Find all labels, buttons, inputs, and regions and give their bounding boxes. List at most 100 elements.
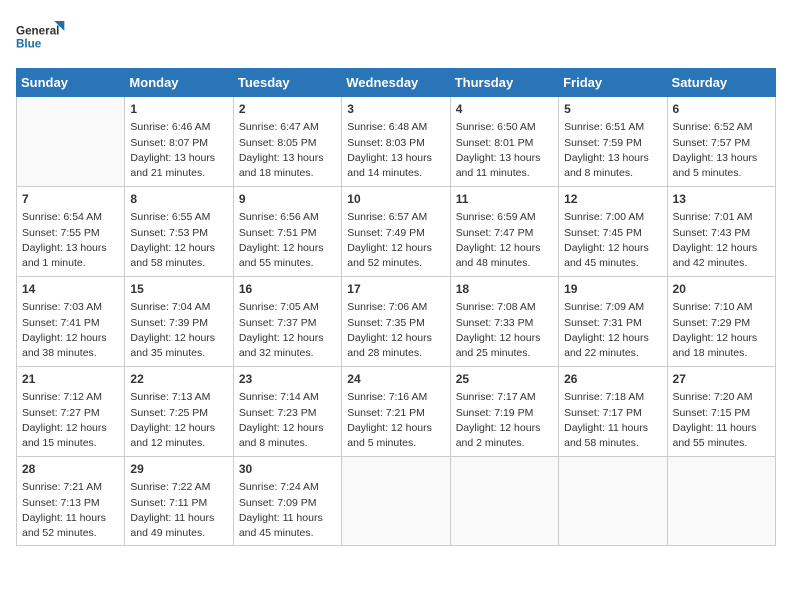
day-info: Sunrise: 6:56 AM Sunset: 7:51 PM Dayligh… [239, 210, 336, 271]
day-number: 20 [673, 281, 770, 298]
calendar-cell: 19Sunrise: 7:09 AM Sunset: 7:31 PM Dayli… [559, 277, 667, 367]
day-info: Sunrise: 6:55 AM Sunset: 7:53 PM Dayligh… [130, 210, 227, 271]
day-info: Sunrise: 6:47 AM Sunset: 8:05 PM Dayligh… [239, 120, 336, 181]
day-number: 27 [673, 371, 770, 388]
calendar-week-5: 28 Sunrise: 7:21 AM Sunset: 7:13 PM Dayli… [17, 457, 776, 546]
day-info: Sunrise: 7:13 AM Sunset: 7:25 PM Dayligh… [130, 390, 227, 451]
day-number: 29 [130, 461, 227, 478]
day-info: Sunrise: 7:00 AM Sunset: 7:45 PM Dayligh… [564, 210, 661, 271]
calendar-cell: 29 Sunrise: 7:22 AM Sunset: 7:11 PM Dayli… [125, 457, 233, 546]
calendar-cell: 1 Sunrise: 6:46 AM Sunset: 8:07 PM Daylig… [125, 97, 233, 187]
calendar-week-2: 7Sunrise: 6:54 AM Sunset: 7:55 PM Daylig… [17, 187, 776, 277]
day-number: 17 [347, 281, 444, 298]
day-info: Sunrise: 6:48 AM Sunset: 8:03 PM Dayligh… [347, 120, 444, 181]
day-number: 3 [347, 101, 444, 118]
day-number: 13 [673, 191, 770, 208]
calendar-week-3: 14 Sunrise: 7:03 AM Sunset: 7:41 PM Dayli… [17, 277, 776, 367]
day-info: Sunrise: 7:12 AM Sunset: 7:27 PM Dayligh… [22, 390, 119, 451]
day-number: 21 [22, 371, 119, 388]
day-number: 23 [239, 371, 336, 388]
day-info: Sunrise: 7:10 AM Sunset: 7:29 PM Dayligh… [673, 300, 770, 361]
day-info: Sunrise: 7:24 AM Sunset: 7:09 PM Dayligh… [239, 480, 336, 541]
day-number: 9 [239, 191, 336, 208]
day-number: 2 [239, 101, 336, 118]
day-info: Sunrise: 7:05 AM Sunset: 7:37 PM Dayligh… [239, 300, 336, 361]
calendar-cell: 22Sunrise: 7:13 AM Sunset: 7:25 PM Dayli… [125, 367, 233, 457]
calendar-cell: 26Sunrise: 7:18 AM Sunset: 7:17 PM Dayli… [559, 367, 667, 457]
day-info: Sunrise: 6:59 AM Sunset: 7:47 PM Dayligh… [456, 210, 553, 271]
day-info: Sunrise: 7:08 AM Sunset: 7:33 PM Dayligh… [456, 300, 553, 361]
day-number: 7 [22, 191, 119, 208]
column-header-tuesday: Tuesday [233, 69, 341, 97]
day-info: Sunrise: 7:14 AM Sunset: 7:23 PM Dayligh… [239, 390, 336, 451]
column-header-friday: Friday [559, 69, 667, 97]
calendar-cell [667, 457, 775, 546]
calendar-cell: 6 Sunrise: 6:52 AM Sunset: 7:57 PM Daylig… [667, 97, 775, 187]
calendar-cell: 23 Sunrise: 7:14 AM Sunset: 7:23 PM Dayli… [233, 367, 341, 457]
day-info: Sunrise: 7:16 AM Sunset: 7:21 PM Dayligh… [347, 390, 444, 451]
calendar-cell [450, 457, 558, 546]
day-info: Sunrise: 7:22 AM Sunset: 7:11 PM Dayligh… [130, 480, 227, 541]
day-number: 25 [456, 371, 553, 388]
calendar-cell: 30 Sunrise: 7:24 AM Sunset: 7:09 PM Dayli… [233, 457, 341, 546]
calendar-cell [559, 457, 667, 546]
day-info: Sunrise: 7:18 AM Sunset: 7:17 PM Dayligh… [564, 390, 661, 451]
day-info: Sunrise: 7:03 AM Sunset: 7:41 PM Dayligh… [22, 300, 119, 361]
calendar-cell: 16 Sunrise: 7:05 AM Sunset: 7:37 PM Dayli… [233, 277, 341, 367]
day-number: 6 [673, 101, 770, 118]
calendar-cell [342, 457, 450, 546]
calendar-cell: 2 Sunrise: 6:47 AM Sunset: 8:05 PM Daylig… [233, 97, 341, 187]
column-header-wednesday: Wednesday [342, 69, 450, 97]
calendar-cell: 24 Sunrise: 7:16 AM Sunset: 7:21 PM Dayli… [342, 367, 450, 457]
calendar-cell: 13 Sunrise: 7:01 AM Sunset: 7:43 PM Dayli… [667, 187, 775, 277]
calendar-cell: 7Sunrise: 6:54 AM Sunset: 7:55 PM Daylig… [17, 187, 125, 277]
day-number: 24 [347, 371, 444, 388]
day-number: 18 [456, 281, 553, 298]
calendar-cell: 5Sunrise: 6:51 AM Sunset: 7:59 PM Daylig… [559, 97, 667, 187]
calendar-cell: 10 Sunrise: 6:57 AM Sunset: 7:49 PM Dayli… [342, 187, 450, 277]
column-header-sunday: Sunday [17, 69, 125, 97]
calendar-cell [17, 97, 125, 187]
page-header: General Blue [16, 16, 776, 56]
calendar-cell: 21 Sunrise: 7:12 AM Sunset: 7:27 PM Dayli… [17, 367, 125, 457]
day-info: Sunrise: 6:51 AM Sunset: 7:59 PM Dayligh… [564, 120, 661, 181]
calendar-cell: 25 Sunrise: 7:17 AM Sunset: 7:19 PM Dayli… [450, 367, 558, 457]
calendar-cell: 20 Sunrise: 7:10 AM Sunset: 7:29 PM Dayli… [667, 277, 775, 367]
calendar-cell: 8 Sunrise: 6:55 AM Sunset: 7:53 PM Daylig… [125, 187, 233, 277]
day-info: Sunrise: 6:52 AM Sunset: 7:57 PM Dayligh… [673, 120, 770, 181]
calendar-header-row: SundayMondayTuesdayWednesdayThursdayFrid… [17, 69, 776, 97]
day-number: 14 [22, 281, 119, 298]
day-number: 16 [239, 281, 336, 298]
calendar-week-1: 1 Sunrise: 6:46 AM Sunset: 8:07 PM Daylig… [17, 97, 776, 187]
day-number: 28 [22, 461, 119, 478]
day-info: Sunrise: 7:04 AM Sunset: 7:39 PM Dayligh… [130, 300, 227, 361]
calendar-cell: 17Sunrise: 7:06 AM Sunset: 7:35 PM Dayli… [342, 277, 450, 367]
logo-svg: General Blue [16, 16, 66, 56]
day-info: Sunrise: 7:21 AM Sunset: 7:13 PM Dayligh… [22, 480, 119, 541]
day-number: 10 [347, 191, 444, 208]
day-number: 11 [456, 191, 553, 208]
day-info: Sunrise: 6:57 AM Sunset: 7:49 PM Dayligh… [347, 210, 444, 271]
logo: General Blue [16, 16, 66, 56]
calendar-cell: 27 Sunrise: 7:20 AM Sunset: 7:15 PM Dayli… [667, 367, 775, 457]
day-number: 1 [130, 101, 227, 118]
calendar-week-4: 21 Sunrise: 7:12 AM Sunset: 7:27 PM Dayli… [17, 367, 776, 457]
calendar-cell: 14 Sunrise: 7:03 AM Sunset: 7:41 PM Dayli… [17, 277, 125, 367]
svg-text:Blue: Blue [16, 38, 42, 51]
calendar-cell: 3 Sunrise: 6:48 AM Sunset: 8:03 PM Daylig… [342, 97, 450, 187]
calendar-cell: 12 Sunrise: 7:00 AM Sunset: 7:45 PM Dayli… [559, 187, 667, 277]
day-number: 30 [239, 461, 336, 478]
calendar-cell: 9 Sunrise: 6:56 AM Sunset: 7:51 PM Daylig… [233, 187, 341, 277]
calendar-table: SundayMondayTuesdayWednesdayThursdayFrid… [16, 68, 776, 546]
day-info: Sunrise: 7:09 AM Sunset: 7:31 PM Dayligh… [564, 300, 661, 361]
column-header-monday: Monday [125, 69, 233, 97]
column-header-thursday: Thursday [450, 69, 558, 97]
day-info: Sunrise: 7:20 AM Sunset: 7:15 PM Dayligh… [673, 390, 770, 451]
day-number: 12 [564, 191, 661, 208]
day-info: Sunrise: 6:46 AM Sunset: 8:07 PM Dayligh… [130, 120, 227, 181]
day-info: Sunrise: 7:17 AM Sunset: 7:19 PM Dayligh… [456, 390, 553, 451]
calendar-cell: 15Sunrise: 7:04 AM Sunset: 7:39 PM Dayli… [125, 277, 233, 367]
day-number: 8 [130, 191, 227, 208]
calendar-cell: 28 Sunrise: 7:21 AM Sunset: 7:13 PM Dayli… [17, 457, 125, 546]
day-info: Sunrise: 7:01 AM Sunset: 7:43 PM Dayligh… [673, 210, 770, 271]
